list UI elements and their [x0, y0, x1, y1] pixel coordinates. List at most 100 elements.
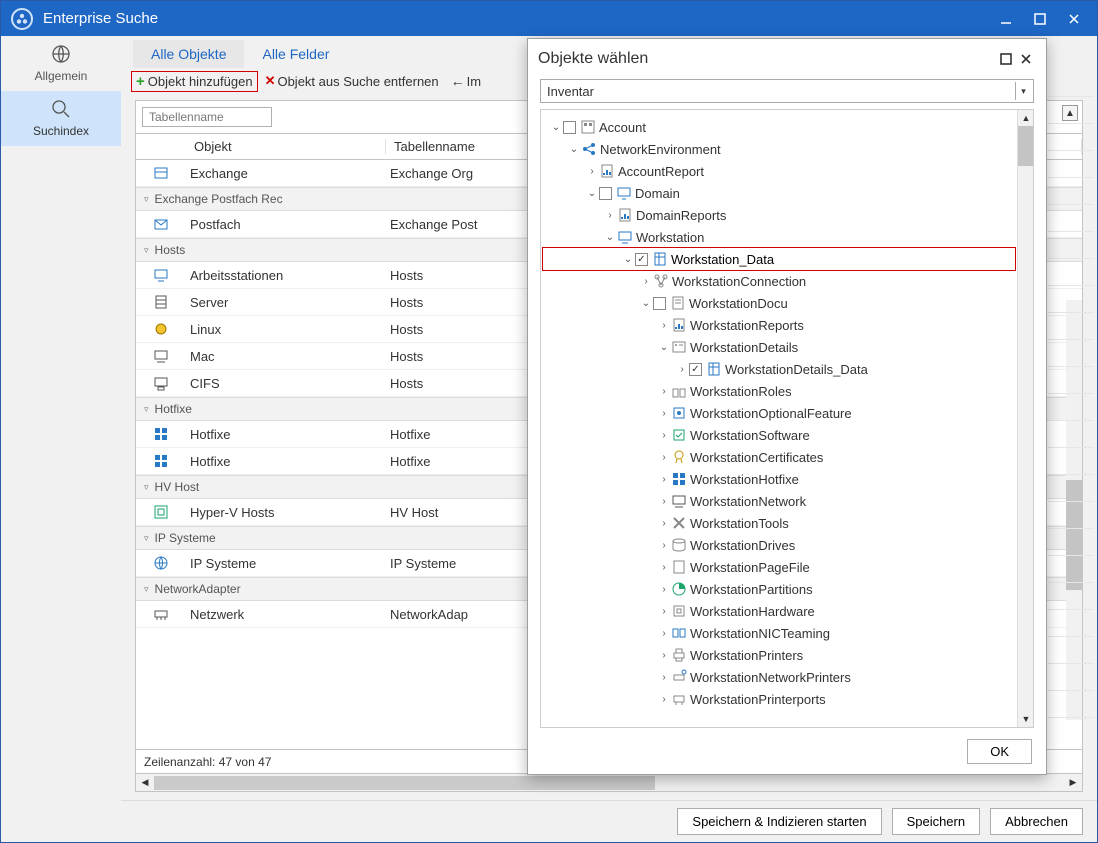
expand-toggle[interactable]: ⌄	[639, 298, 653, 309]
netenv-icon	[581, 141, 597, 157]
expand-toggle[interactable]: ⌄	[621, 254, 635, 265]
tree-node[interactable]: ›WorkstationDrives	[543, 534, 1015, 556]
save-button[interactable]: Speichern	[892, 808, 981, 835]
tree-node[interactable]: ›WorkstationHotfixe	[543, 468, 1015, 490]
dialog-maximize-button[interactable]	[996, 49, 1016, 69]
tree-node[interactable]: ›DomainReports	[543, 204, 1015, 226]
roles-icon	[671, 383, 687, 399]
horizontal-scrollbar[interactable]: ◀▶	[136, 773, 1082, 791]
expand-toggle[interactable]: ›	[657, 452, 671, 463]
tree-scrollbar[interactable]: ▲▼	[1017, 110, 1033, 727]
net-icon	[671, 493, 687, 509]
account-icon	[580, 119, 596, 135]
col-object[interactable]: Objekt	[186, 139, 386, 154]
expand-toggle[interactable]: ›	[657, 606, 671, 617]
tree-node-label: WorkstationNetwork	[690, 494, 806, 509]
expand-toggle[interactable]: ⌄	[549, 122, 563, 133]
minimize-button[interactable]	[989, 2, 1023, 36]
expand-toggle[interactable]: ›	[657, 386, 671, 397]
tree-node[interactable]: ⌄ Domain	[543, 182, 1015, 204]
expand-toggle[interactable]: ⌄	[657, 342, 671, 353]
dialog-close-button[interactable]	[1016, 49, 1036, 69]
expand-toggle[interactable]: ›	[657, 694, 671, 705]
close-button[interactable]	[1057, 2, 1091, 36]
tools-icon	[671, 515, 687, 531]
expand-toggle[interactable]: ⌄	[585, 188, 599, 199]
hw-icon	[671, 603, 687, 619]
expand-toggle[interactable]: ›	[657, 540, 671, 551]
tree-node-label: WorkstationNetworkPrinters	[690, 670, 851, 685]
tree-node[interactable]: ›WorkstationTools	[543, 512, 1015, 534]
docu-icon	[670, 295, 686, 311]
expand-toggle[interactable]: ›	[657, 474, 671, 485]
expand-toggle[interactable]: ›	[657, 496, 671, 507]
tree-node[interactable]: ›WorkstationNICTeaming	[543, 622, 1015, 644]
expand-toggle[interactable]: ›	[657, 518, 671, 529]
add-object-button[interactable]: +Objekt hinzufügen	[131, 71, 258, 92]
titlebar: Enterprise Suche	[1, 1, 1097, 36]
expand-toggle[interactable]: ›	[657, 650, 671, 661]
maximize-button[interactable]	[1023, 2, 1057, 36]
tree-node[interactable]: › WorkstationNetwork	[543, 490, 1015, 512]
object-tree[interactable]: ⌄Account⌄NetworkEnvironment›AccountRepor…	[541, 110, 1017, 727]
tree-node[interactable]: ›WorkstationConnection	[543, 270, 1015, 292]
chevron-down-icon: ▾	[1015, 82, 1031, 100]
tree-node[interactable]: ⌄WorkstationDocu	[543, 292, 1015, 314]
cell-object: CIFS	[186, 376, 386, 391]
tree-node[interactable]: › WorkstationPageFile	[543, 556, 1015, 578]
save-and-index-button[interactable]: Speichern & Indizieren starten	[677, 808, 881, 835]
import-button[interactable]: ←Im	[446, 71, 486, 91]
tree-node-label: Domain	[635, 186, 680, 201]
tree-node[interactable]: ⌄WorkstationDetails	[543, 336, 1015, 358]
tree-node[interactable]: ›AccountReport	[543, 160, 1015, 182]
expand-toggle[interactable]: ⌄	[567, 144, 581, 155]
checkbox[interactable]	[599, 187, 612, 200]
inventory-combo[interactable]: Inventar ▾	[540, 79, 1034, 103]
tree-node[interactable]: ›WorkstationCertificates	[543, 446, 1015, 468]
checkbox[interactable]: ✓	[635, 253, 648, 266]
expand-toggle[interactable]: ›	[657, 408, 671, 419]
mailbox-icon	[136, 216, 186, 232]
expand-toggle[interactable]: ›	[585, 166, 599, 177]
checkbox[interactable]	[563, 121, 576, 134]
tree-node[interactable]: ⌄✓Workstation_Data	[543, 248, 1015, 270]
tree-node[interactable]: ⌄Account	[543, 116, 1015, 138]
expand-toggle[interactable]: ›	[603, 210, 617, 221]
tree-node[interactable]: ›WorkstationPrinters	[543, 644, 1015, 666]
expand-toggle[interactable]: ›	[657, 320, 671, 331]
checkbox[interactable]: ✓	[689, 363, 702, 376]
cell-object: Mac	[186, 349, 386, 364]
ok-button[interactable]: OK	[967, 739, 1032, 764]
expand-toggle[interactable]: ›	[639, 276, 653, 287]
printer-icon	[671, 647, 687, 663]
expand-toggle[interactable]: ›	[657, 628, 671, 639]
remove-object-button[interactable]: ✕Objekt aus Suche entfernen	[260, 71, 444, 91]
cancel-button[interactable]: Abbrechen	[990, 808, 1083, 835]
tree-node-label: WorkstationPageFile	[690, 560, 810, 575]
expand-toggle[interactable]: ›	[657, 430, 671, 441]
tree-node[interactable]: ›✓WorkstationDetails_Data	[543, 358, 1015, 380]
x-icon: ✕	[265, 73, 276, 89]
tree-node[interactable]: ›WorkstationReports	[543, 314, 1015, 336]
tree-node[interactable]: ›WorkstationPartitions	[543, 578, 1015, 600]
sidebar-item-general[interactable]: Allgemein	[1, 36, 121, 91]
tree-node[interactable]: ›WorkstationHardware	[543, 600, 1015, 622]
filter-tablename-input[interactable]: Tabellenname	[142, 107, 272, 127]
sidebar-item-searchindex[interactable]: Suchindex	[1, 91, 121, 146]
tree-node[interactable]: ⌄Workstation	[543, 226, 1015, 248]
expand-toggle[interactable]: ›	[657, 562, 671, 573]
expand-toggle[interactable]: ›	[657, 584, 671, 595]
tree-node[interactable]: ›WorkstationSoftware	[543, 424, 1015, 446]
tree-node[interactable]: ⌄NetworkEnvironment	[543, 138, 1015, 160]
tree-node[interactable]: ›WorkstationPrinterports	[543, 688, 1015, 710]
tree-node[interactable]: ›WorkstationRoles	[543, 380, 1015, 402]
expand-toggle[interactable]: ›	[657, 672, 671, 683]
tree-node[interactable]: ›WorkstationOptionalFeature	[543, 402, 1015, 424]
tab-all-fields[interactable]: Alle Felder	[244, 40, 347, 68]
expand-toggle[interactable]: ›	[675, 364, 689, 375]
cell-object: Hotfixe	[186, 454, 386, 469]
expand-toggle[interactable]: ⌄	[603, 232, 617, 243]
tree-node[interactable]: › WorkstationNetworkPrinters	[543, 666, 1015, 688]
tab-all-objects[interactable]: Alle Objekte	[133, 40, 244, 68]
checkbox[interactable]	[653, 297, 666, 310]
